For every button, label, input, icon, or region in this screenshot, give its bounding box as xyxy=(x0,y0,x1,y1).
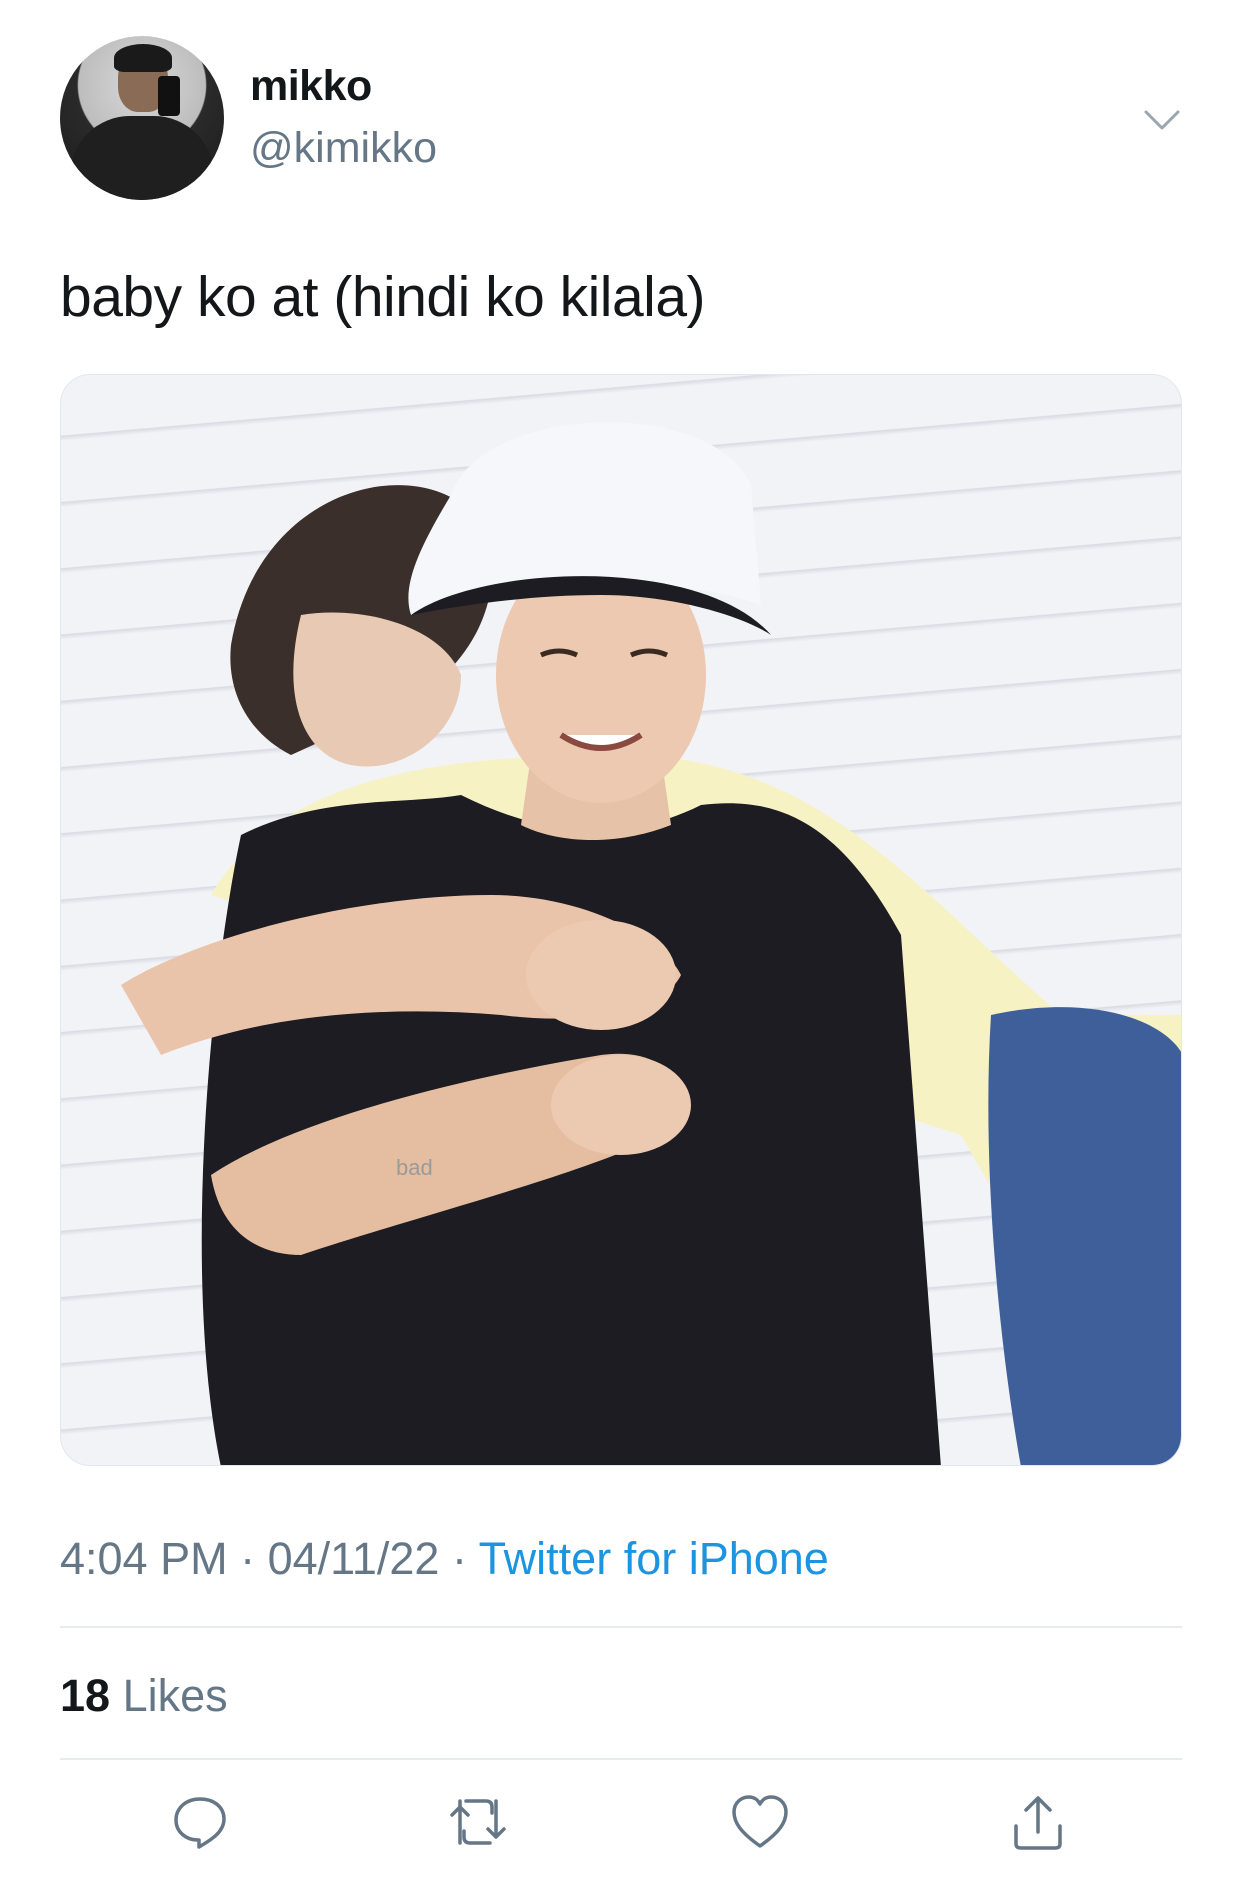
avatar-body-shape xyxy=(70,116,214,200)
likes-stat[interactable]: 18 Likes xyxy=(60,1670,228,1722)
likes-label: Likes xyxy=(122,1670,228,1721)
likes-count: 18 xyxy=(60,1670,111,1721)
svg-text:bad: bad xyxy=(396,1155,433,1180)
tweet-time: 4:04 PM xyxy=(60,1533,228,1584)
heart-icon[interactable] xyxy=(728,1790,792,1854)
avatar-hair-shape xyxy=(114,44,172,72)
divider xyxy=(60,1758,1182,1760)
user-handle[interactable]: @kimikko xyxy=(250,124,437,173)
avatar[interactable] xyxy=(60,36,224,200)
chevron-down-icon[interactable] xyxy=(1142,100,1182,140)
share-icon[interactable] xyxy=(1006,1790,1070,1854)
tweet-source-link[interactable]: Twitter for iPhone xyxy=(479,1533,829,1584)
divider xyxy=(60,1626,1182,1628)
tweet-photo[interactable]: bad xyxy=(60,374,1182,1466)
tweet-metadata: 4:04 PM · 04/11/22 · Twitter for iPhone xyxy=(60,1533,829,1585)
tweet-date: 04/11/22 xyxy=(267,1533,440,1584)
avatar-phone-shape xyxy=(158,76,180,116)
tweet-text: baby ko at (hindi ko kilala) xyxy=(60,265,706,329)
meta-separator: · xyxy=(240,1533,256,1584)
retweet-icon[interactable] xyxy=(446,1790,510,1854)
tweet-detail: mikko @kimikko baby ko at (hindi ko kila… xyxy=(0,0,1242,1892)
reply-icon[interactable] xyxy=(168,1790,232,1854)
display-name[interactable]: mikko xyxy=(250,62,372,111)
meta-separator: · xyxy=(451,1533,467,1584)
